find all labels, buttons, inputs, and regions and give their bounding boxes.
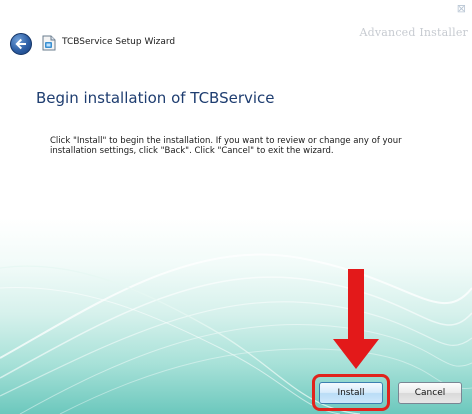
setup-wizard-window: ⊠ Advanced Installer TCBService Setup Wi… [0, 0, 472, 414]
red-arrow-head [333, 339, 379, 369]
page-title: Begin installation of TCBService [36, 89, 275, 107]
install-button[interactable]: Install [319, 382, 383, 404]
wizard-title: TCBService Setup Wizard [62, 37, 176, 47]
back-button[interactable] [10, 33, 32, 55]
decorative-swirl-background [0, 253, 472, 414]
back-arrow-icon [15, 38, 26, 50]
close-icon[interactable]: ⊠ [457, 3, 466, 14]
wizard-body: Begin installation of TCBService Click "… [0, 58, 472, 414]
wizard-header: ⊠ Advanced Installer TCBService Setup Wi… [0, 0, 472, 58]
setup-package-icon [42, 35, 56, 51]
installer-watermark: Advanced Installer [359, 26, 468, 39]
cancel-button[interactable]: Cancel [398, 382, 462, 404]
instructions-text: Click "Install" to begin the installatio… [50, 136, 402, 156]
red-arrow-shaft [348, 269, 364, 340]
